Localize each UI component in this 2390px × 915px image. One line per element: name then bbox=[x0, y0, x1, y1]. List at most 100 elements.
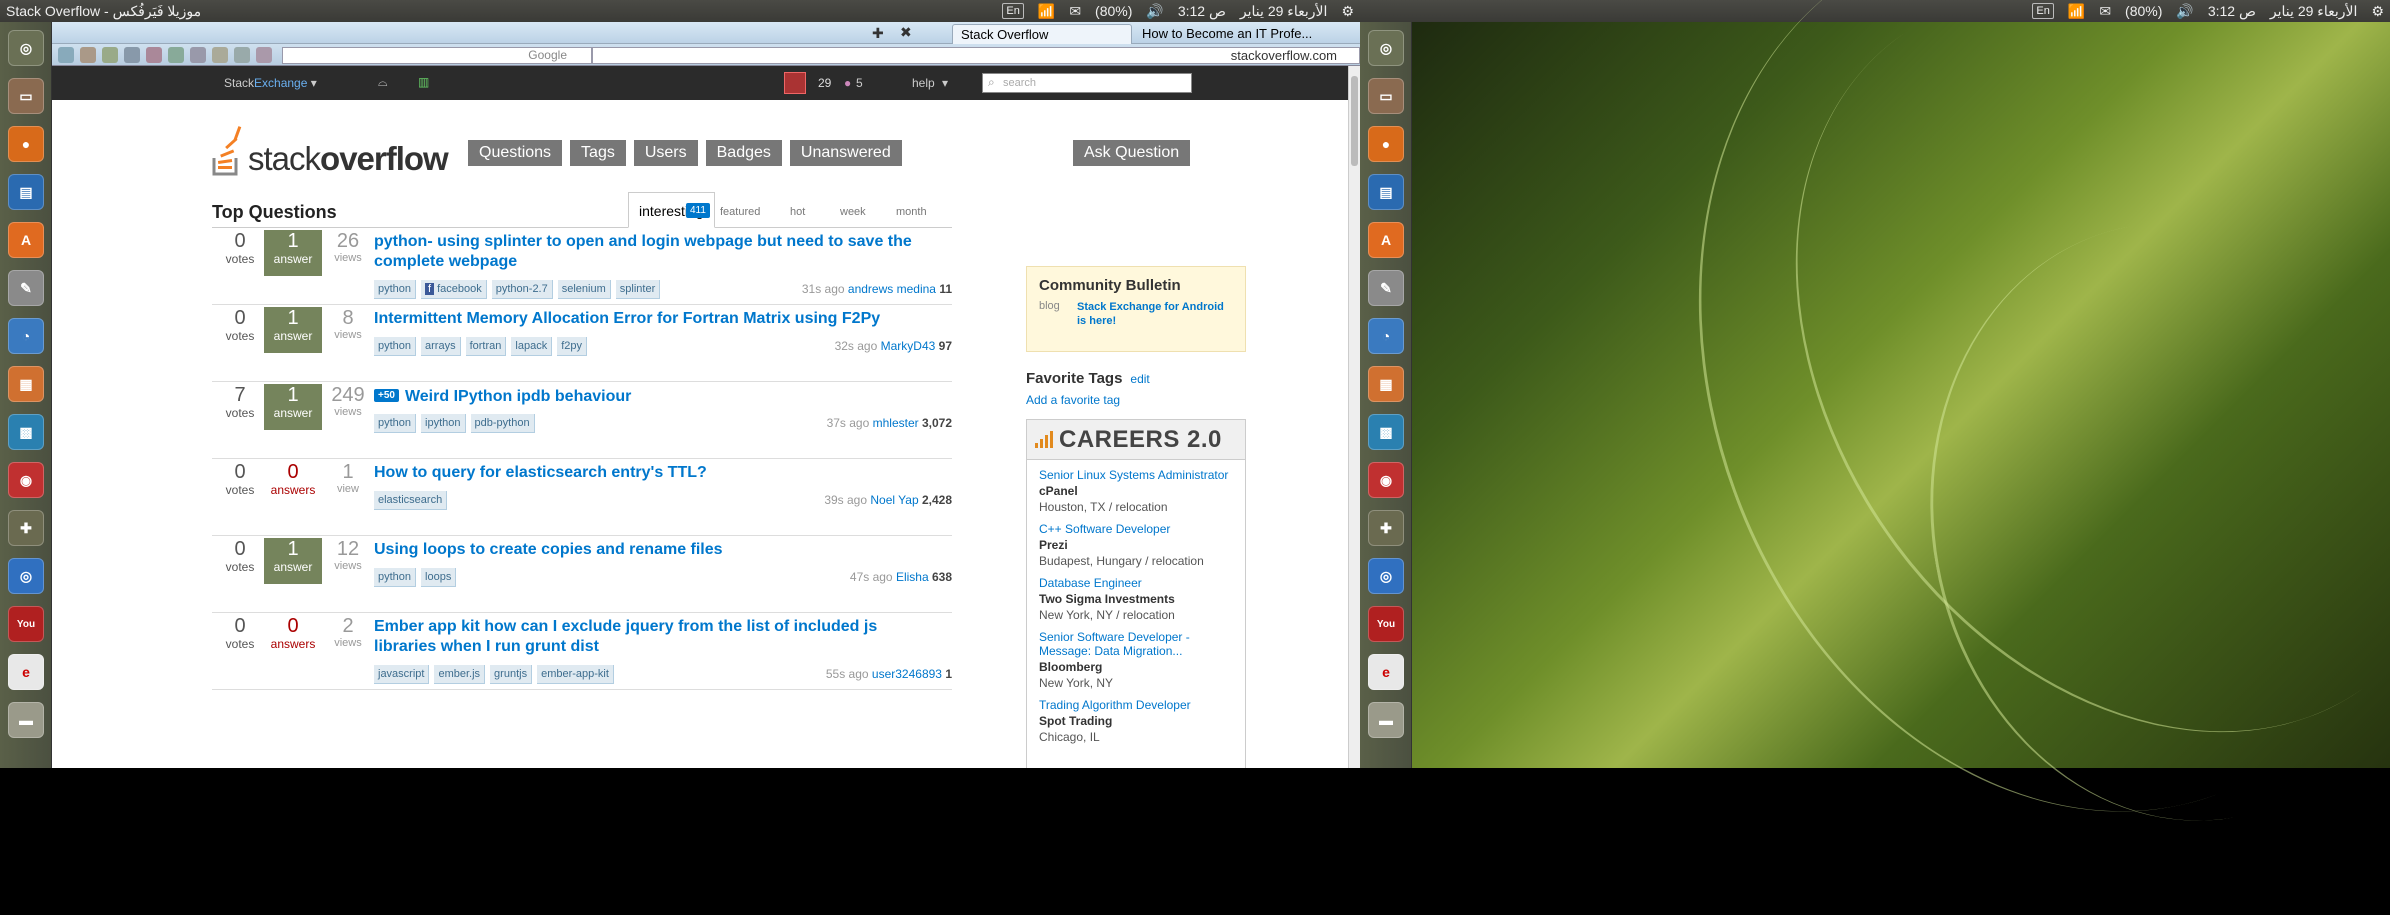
mail-icon[interactable] bbox=[58, 47, 74, 63]
addon-icon[interactable] bbox=[168, 47, 184, 63]
question-title[interactable]: python- using splinter to open and login… bbox=[374, 232, 914, 272]
dash-home-icon[interactable]: ◎ bbox=[1368, 30, 1404, 66]
addon-icon[interactable] bbox=[102, 47, 118, 63]
text-editor-icon[interactable]: ✎ bbox=[8, 270, 44, 306]
firefox-icon[interactable]: ● bbox=[1368, 126, 1404, 162]
tag[interactable]: elasticsearch bbox=[374, 491, 448, 510]
tools-icon[interactable]: ✚ bbox=[1368, 510, 1404, 546]
tab-it-professional[interactable]: How to Become an IT Profe... bbox=[1134, 24, 1354, 44]
monitor-icon[interactable]: ▩ bbox=[1368, 414, 1404, 450]
tag[interactable]: loops bbox=[421, 568, 457, 587]
paint-icon[interactable]: ◉ bbox=[1368, 462, 1404, 498]
mail-icon[interactable]: ✉ bbox=[1069, 3, 1081, 20]
nav-badges[interactable]: Badges bbox=[705, 140, 782, 166]
tag[interactable]: python bbox=[374, 568, 417, 587]
tab-month[interactable]: month bbox=[896, 206, 927, 218]
edit-favorite-tags-link[interactable]: edit bbox=[1130, 372, 1149, 386]
question-title[interactable]: Intermittent Memory Allocation Error for… bbox=[374, 309, 914, 329]
user-link[interactable]: mhlester bbox=[873, 416, 919, 430]
email-client-icon[interactable]: e bbox=[8, 654, 44, 690]
chrome-icon[interactable]: ◎ bbox=[8, 558, 44, 594]
tag[interactable]: fortran bbox=[465, 337, 507, 356]
careers-header[interactable]: CAREERS 2.0 bbox=[1027, 420, 1245, 460]
chrome-icon[interactable]: ◎ bbox=[1368, 558, 1404, 594]
bulletin-link[interactable]: Stack Exchange for Android is here! bbox=[1077, 300, 1227, 328]
tag[interactable]: f2py bbox=[557, 337, 587, 356]
network-icon[interactable]: 📶 bbox=[1038, 3, 1055, 20]
url-bar[interactable]: stackoverflow.com bbox=[592, 47, 1360, 64]
addon-icon[interactable] bbox=[190, 47, 206, 63]
files-icon[interactable]: ▭ bbox=[1368, 78, 1404, 114]
add-favorite-tag-link[interactable]: Add a favorite tag bbox=[1026, 393, 1246, 407]
gear-icon[interactable]: ⚙ bbox=[1341, 3, 1354, 20]
time-ago[interactable]: 32s ago bbox=[835, 339, 878, 353]
user-link[interactable]: MarkyD43 bbox=[881, 339, 936, 353]
tag[interactable]: pdb-python bbox=[470, 414, 535, 433]
dash-home-icon[interactable]: ◎ bbox=[8, 30, 44, 66]
time-ago[interactable]: 55s ago bbox=[826, 667, 869, 681]
text-editor-icon[interactable]: ✎ bbox=[1368, 270, 1404, 306]
impress-icon[interactable]: ▦ bbox=[8, 366, 44, 402]
job-title[interactable]: Senior Software Developer - Message: Dat… bbox=[1039, 630, 1233, 658]
new-tab-icon[interactable]: ✚ bbox=[872, 25, 884, 42]
addon-icon[interactable] bbox=[256, 47, 272, 63]
tag[interactable]: arrays bbox=[421, 337, 461, 356]
app-icon[interactable]: ◔ bbox=[1368, 318, 1404, 354]
tag[interactable]: selenium bbox=[557, 280, 611, 299]
tag[interactable]: python bbox=[374, 414, 417, 433]
addon-icon[interactable] bbox=[234, 47, 250, 63]
search-input[interactable]: Google bbox=[282, 47, 592, 64]
clock-date[interactable]: الأربعاء 29 يناير bbox=[1240, 3, 1328, 20]
tag[interactable]: ember.js bbox=[434, 665, 486, 684]
job-title[interactable]: Database Engineer bbox=[1039, 576, 1233, 590]
addon-icon[interactable] bbox=[212, 47, 228, 63]
battery-indicator[interactable]: (80%) bbox=[1095, 3, 1132, 19]
featured-count-badge[interactable]: 411 bbox=[686, 203, 710, 218]
tab-week[interactable]: week bbox=[840, 206, 866, 218]
tag[interactable]: gruntjs bbox=[490, 665, 533, 684]
user-link[interactable]: Elisha bbox=[896, 570, 929, 584]
nav-questions[interactable]: Questions bbox=[468, 140, 563, 166]
time-ago[interactable]: 39s ago bbox=[824, 493, 867, 507]
youtube-icon[interactable]: You bbox=[1368, 606, 1404, 642]
close-icon[interactable]: ✖ bbox=[900, 24, 912, 41]
keyboard-layout-indicator[interactable]: En bbox=[1002, 3, 1024, 19]
job-title[interactable]: C++ Software Developer bbox=[1039, 522, 1233, 536]
stackexchange-menu[interactable]: StackExchange ▾ bbox=[224, 76, 317, 90]
gear-icon[interactable]: ⚙ bbox=[2371, 3, 2384, 20]
user-link[interactable]: user3246893 bbox=[872, 667, 942, 681]
nav-unanswered[interactable]: Unanswered bbox=[789, 140, 902, 166]
question-title[interactable]: +50 Weird IPython ipdb behaviour bbox=[374, 386, 914, 407]
files-icon[interactable]: ▭ bbox=[8, 78, 44, 114]
tag[interactable]: python bbox=[374, 337, 417, 356]
tag[interactable]: javascript bbox=[374, 665, 430, 684]
drive-icon[interactable]: ▬ bbox=[8, 702, 44, 738]
writer-icon[interactable]: ▤ bbox=[8, 174, 44, 210]
tag[interactable]: lapack bbox=[511, 337, 553, 356]
help-menu[interactable]: help bbox=[912, 76, 935, 90]
question-title[interactable]: Ember app kit how can I exclude jquery f… bbox=[374, 617, 914, 657]
nav-users[interactable]: Users bbox=[633, 140, 698, 166]
addon-icon[interactable] bbox=[80, 47, 96, 63]
drive-icon[interactable]: ▬ bbox=[1368, 702, 1404, 738]
tag[interactable]: python-2.7 bbox=[491, 280, 553, 299]
tag[interactable]: f facebook bbox=[421, 280, 487, 299]
avatar[interactable] bbox=[784, 72, 806, 94]
tools-icon[interactable]: ✚ bbox=[8, 510, 44, 546]
site-search-input[interactable]: search bbox=[982, 73, 1192, 93]
time-ago[interactable]: 31s ago bbox=[802, 282, 845, 296]
tag[interactable]: python bbox=[374, 280, 417, 299]
inbox-icon[interactable]: ⌓ bbox=[378, 75, 388, 90]
software-center-icon[interactable]: A bbox=[8, 222, 44, 258]
software-center-icon[interactable]: A bbox=[1368, 222, 1404, 258]
tab-stackoverflow[interactable]: Stack Overflow bbox=[952, 24, 1132, 44]
app-icon[interactable]: ◔ bbox=[8, 318, 44, 354]
question-title[interactable]: How to query for elasticsearch entry's T… bbox=[374, 463, 914, 483]
nav-tags[interactable]: Tags bbox=[570, 140, 626, 166]
question-title-text[interactable]: Weird IPython ipdb behaviour bbox=[405, 388, 631, 405]
writer-icon[interactable]: ▤ bbox=[1368, 174, 1404, 210]
tag[interactable]: splinter bbox=[615, 280, 661, 299]
achievements-icon[interactable]: ▥ bbox=[418, 75, 429, 89]
user-link[interactable]: Noel Yap bbox=[870, 493, 918, 507]
monitor-icon[interactable]: ▩ bbox=[8, 414, 44, 450]
